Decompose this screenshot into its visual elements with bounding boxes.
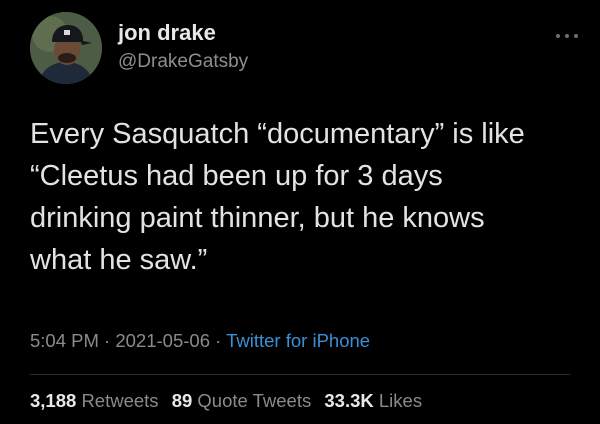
- tweet-text-line: “Cleetus had been up for 3 days: [30, 160, 443, 192]
- retweets-label: Retweets: [81, 390, 159, 411]
- more-options-icon[interactable]: [554, 32, 580, 40]
- tweet-text-line: drinking paint thinner, but he knows: [30, 202, 485, 234]
- likes-stat[interactable]: 33.3K Likes: [324, 390, 422, 411]
- quote-tweets-count: 89: [171, 390, 193, 411]
- divider: [30, 374, 570, 375]
- quote-tweets-label: Quote Tweets: [197, 390, 312, 411]
- likes-label: Likes: [378, 390, 423, 411]
- retweets-stat[interactable]: 3,188 Retweets: [30, 390, 159, 411]
- tweet-meta: 5:04 PM · 2021-05-06 · Twitter for iPhon…: [30, 330, 370, 352]
- likes-count: 33.3K: [324, 390, 374, 411]
- tweet-card: jon drake @DrakeGatsby Every Sasquatch “…: [0, 0, 600, 424]
- display-name[interactable]: jon drake: [118, 20, 216, 46]
- tweet-text-line: Every Sasquatch “documentary” is like: [30, 118, 525, 150]
- user-handle[interactable]: @DrakeGatsby: [118, 51, 248, 73]
- tweet-source-link[interactable]: Twitter for iPhone: [226, 330, 370, 351]
- tweet-text-line: what he saw.”: [30, 244, 208, 276]
- meta-separator: ·: [210, 330, 227, 351]
- tweet-time[interactable]: 5:04 PM: [30, 330, 99, 351]
- tweet-text: Every Sasquatch “documentary” is like “C…: [30, 113, 580, 281]
- retweets-count: 3,188: [30, 390, 77, 411]
- avatar[interactable]: [30, 12, 102, 84]
- avatar-icon: [30, 12, 102, 84]
- tweet-date[interactable]: 2021-05-06: [115, 330, 210, 351]
- quote-tweets-stat[interactable]: 89 Quote Tweets: [172, 390, 312, 411]
- meta-separator: ·: [98, 330, 116, 351]
- tweet-stats: 3,188 Retweets 89 Quote Tweets 33.3K Lik…: [30, 390, 422, 412]
